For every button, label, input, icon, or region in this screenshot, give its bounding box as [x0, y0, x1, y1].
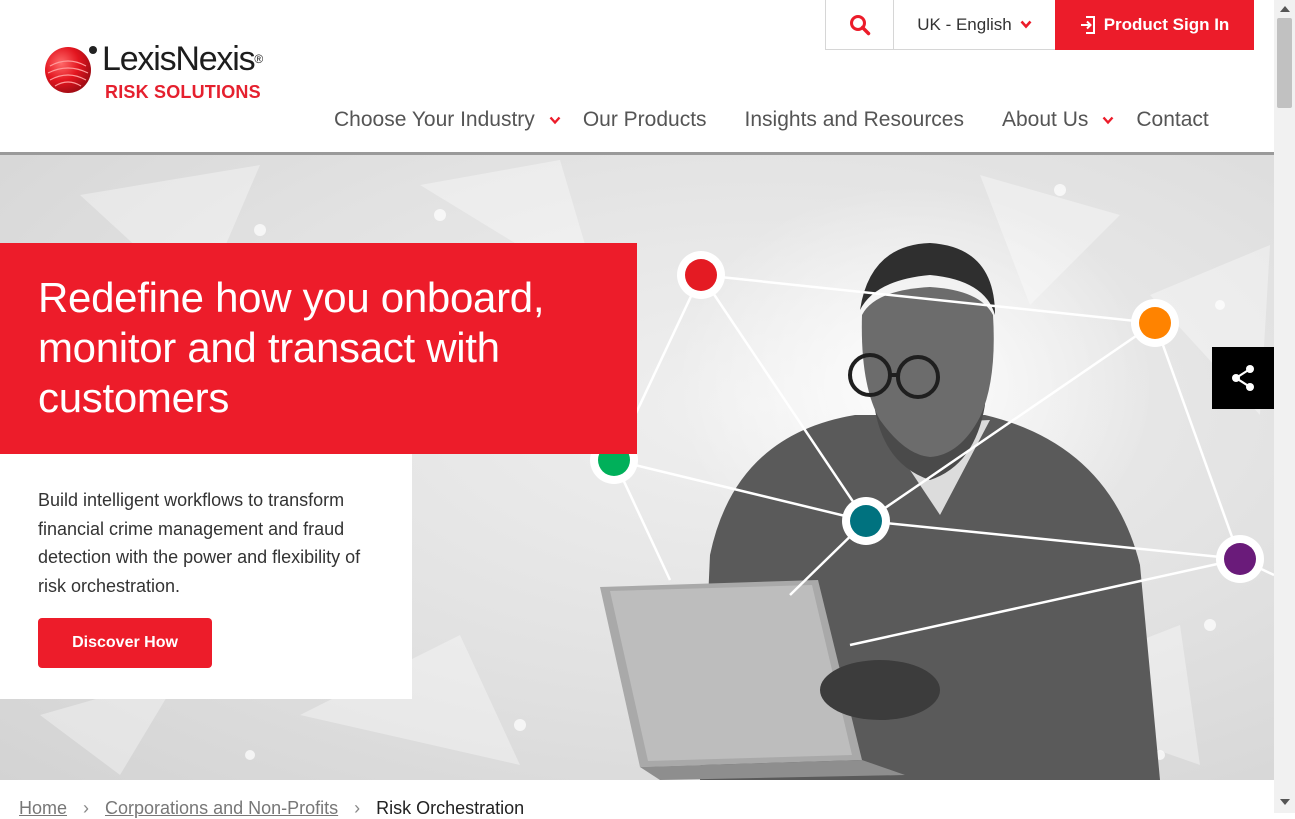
nav-item-about-us[interactable]: About Us: [1002, 108, 1114, 132]
breadcrumb: Home › Corporations and Non-Profits › Ri…: [19, 798, 524, 819]
logo-tagline: RISK SOLUTIONS: [105, 82, 261, 102]
hero-headline-panel: Redefine how you onboard, monitor and tr…: [0, 243, 637, 454]
language-selector[interactable]: UK - English: [894, 0, 1055, 50]
breadcrumb-separator: ›: [83, 798, 90, 818]
nav-item-label: Contact: [1136, 108, 1209, 131]
breadcrumb-corporations-and-non-profits[interactable]: Corporations and Non-Profits: [105, 798, 338, 819]
search-button[interactable]: [825, 0, 894, 50]
main-nav: Choose Your Industry Our Products Insigh…: [334, 105, 1209, 135]
utility-bar: UK - English Product Sign In: [825, 0, 1254, 50]
share-icon: [1232, 365, 1254, 391]
scrollbar-thumb[interactable]: [1277, 18, 1292, 108]
hero-description: Build intelligent workflows to transform…: [38, 490, 361, 596]
logo-sphere-icon: [45, 47, 91, 93]
hero-body-panel: Build intelligent workflows to transform…: [0, 454, 412, 699]
site-header: LexisNexis® RISK SOLUTIONS UK - English …: [0, 0, 1274, 155]
logo-wordmark: LexisNexis®: [102, 42, 263, 76]
logo-dot: [89, 46, 97, 54]
sign-in-label: Product Sign In: [1103, 15, 1230, 34]
nav-item-insights-and-resources[interactable]: Insights and Resources: [745, 108, 964, 132]
product-sign-in-button[interactable]: Product Sign In: [1055, 0, 1254, 50]
nav-item-label: Choose Your Industry: [334, 108, 535, 131]
share-button[interactable]: [1212, 347, 1274, 409]
nav-item-our-products[interactable]: Our Products: [583, 108, 707, 132]
nav-item-choose-your-industry[interactable]: Choose Your Industry: [334, 108, 561, 132]
chevron-down-icon: [1020, 20, 1032, 29]
scroll-up-arrow-icon[interactable]: [1280, 6, 1290, 12]
hero-headline: Redefine how you onboard, monitor and tr…: [38, 274, 545, 421]
search-icon: [849, 14, 870, 35]
logo-registered-mark: ®: [254, 52, 264, 66]
logo-name: LexisNexis: [102, 40, 256, 78]
sign-in-icon: [1080, 16, 1095, 34]
nav-item-contact[interactable]: Contact: [1136, 108, 1208, 132]
breadcrumb-current-page: Risk Orchestration: [376, 798, 525, 818]
scroll-down-arrow-icon[interactable]: [1280, 799, 1290, 805]
nav-item-label: About Us: [1002, 108, 1089, 131]
page-scrollbar[interactable]: [1274, 0, 1295, 813]
nav-item-label: Our Products: [582, 108, 707, 131]
lexisnexis-risk-solutions-logo[interactable]: LexisNexis® RISK SOLUTIONS: [44, 42, 294, 106]
chevron-down-icon[interactable]: [549, 116, 561, 125]
language-label: UK - English: [917, 14, 1012, 34]
hero-banner: Redefine how you onboard, monitor and tr…: [0, 155, 1274, 780]
breadcrumb-home[interactable]: Home: [19, 798, 67, 819]
breadcrumb-separator: ›: [354, 798, 361, 818]
nav-item-label: Insights and Resources: [744, 108, 964, 131]
chevron-down-icon[interactable]: [1102, 116, 1114, 125]
discover-how-button[interactable]: Discover How: [38, 618, 212, 668]
